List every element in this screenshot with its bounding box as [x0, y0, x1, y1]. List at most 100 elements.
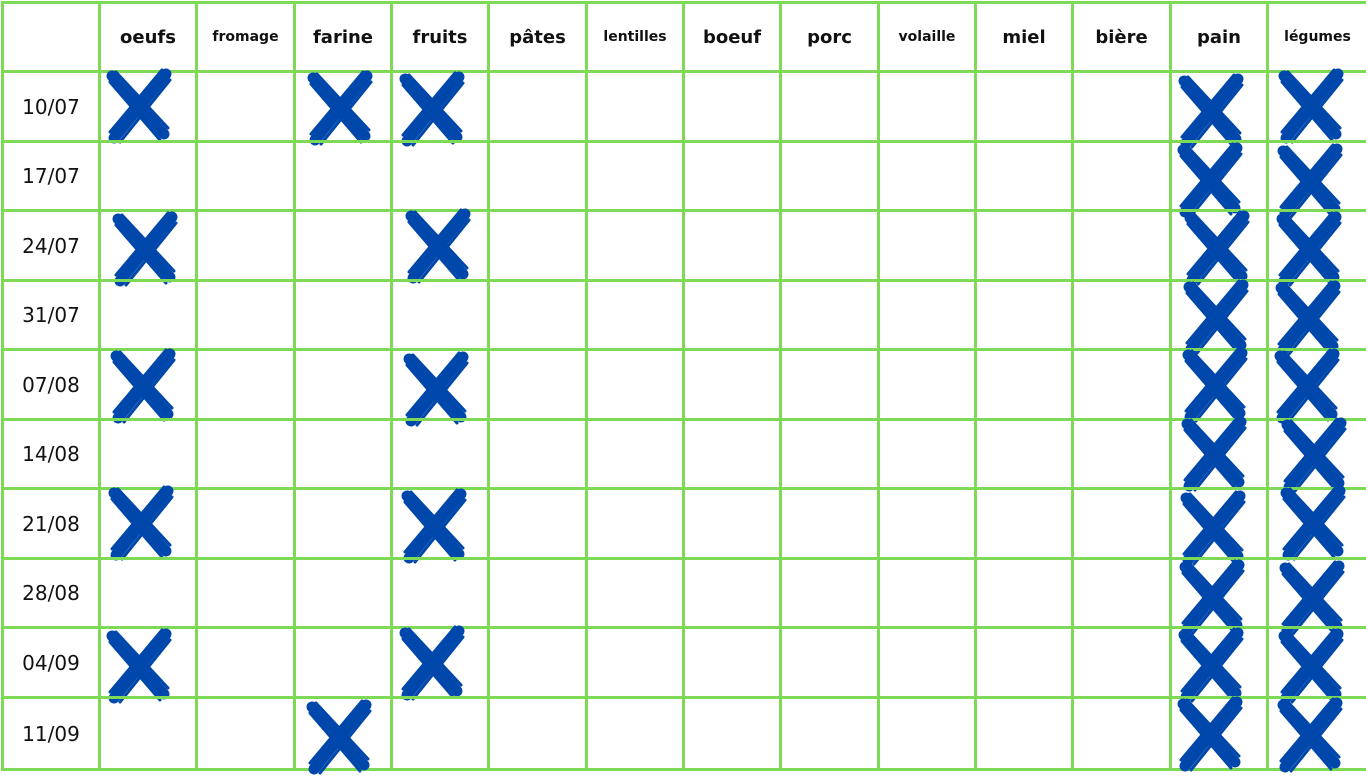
table-cell[interactable] — [974, 209, 1074, 282]
table-cell[interactable] — [974, 70, 1074, 143]
table-cell[interactable] — [877, 418, 977, 490]
table-cell[interactable] — [877, 696, 977, 771]
table-cell[interactable] — [487, 696, 588, 771]
table-cell[interactable] — [877, 70, 977, 143]
table-cell[interactable] — [1071, 279, 1172, 351]
table-cell[interactable] — [877, 279, 977, 351]
table-cell[interactable] — [877, 557, 977, 629]
table-cell[interactable] — [1071, 557, 1172, 629]
table-cell[interactable] — [974, 487, 1074, 560]
table-cell[interactable] — [877, 487, 977, 560]
table-cell[interactable] — [779, 140, 880, 212]
table-cell[interactable] — [585, 70, 685, 143]
table-cell[interactable] — [974, 348, 1074, 421]
table-cell[interactable] — [585, 626, 685, 699]
table-cell[interactable] — [487, 487, 588, 560]
table-cell[interactable] — [974, 279, 1074, 351]
table-cell[interactable] — [974, 418, 1074, 490]
table-cell[interactable] — [487, 418, 588, 490]
table-cell[interactable] — [779, 279, 880, 351]
table-cell[interactable] — [585, 487, 685, 560]
table-cell[interactable] — [877, 209, 977, 282]
table-cell[interactable] — [1071, 209, 1172, 282]
table-cell[interactable] — [293, 348, 393, 421]
table-cell[interactable] — [487, 279, 588, 351]
table-cell[interactable] — [195, 626, 296, 699]
table-cell[interactable] — [877, 140, 977, 212]
table-cell[interactable] — [1071, 70, 1172, 143]
table-cell[interactable] — [195, 487, 296, 560]
table-cell[interactable] — [195, 418, 296, 490]
table-cell[interactable] — [585, 418, 685, 490]
table-cell[interactable] — [293, 140, 393, 212]
table-cell[interactable] — [779, 209, 880, 282]
table-cell[interactable] — [293, 626, 393, 699]
table-cell[interactable] — [682, 70, 782, 143]
table-cell[interactable] — [293, 557, 393, 629]
table-cell[interactable] — [585, 696, 685, 771]
table-cell[interactable] — [682, 557, 782, 629]
table-cell[interactable] — [779, 626, 880, 699]
table-cell[interactable] — [682, 696, 782, 771]
table-cell[interactable] — [98, 140, 198, 212]
table-cell[interactable] — [779, 418, 880, 490]
table-cell[interactable] — [293, 418, 393, 490]
table-cell[interactable] — [390, 140, 490, 212]
table-cell[interactable] — [1071, 696, 1172, 771]
table-cell[interactable] — [390, 418, 490, 490]
table-cell[interactable] — [195, 348, 296, 421]
table-cell[interactable] — [779, 348, 880, 421]
table-cell[interactable] — [195, 140, 296, 212]
table-cell[interactable] — [390, 696, 490, 771]
table-cell[interactable] — [585, 348, 685, 421]
table-cell[interactable] — [877, 348, 977, 421]
table-cell[interactable] — [195, 70, 296, 143]
table-cell[interactable] — [779, 557, 880, 629]
table-cell[interactable] — [487, 626, 588, 699]
table-cell[interactable] — [293, 279, 393, 351]
table-cell[interactable] — [195, 279, 296, 351]
table-cell[interactable] — [682, 209, 782, 282]
table-cell[interactable] — [682, 140, 782, 212]
table-cell[interactable] — [779, 487, 880, 560]
table-cell[interactable] — [877, 626, 977, 699]
table-cell[interactable] — [585, 209, 685, 282]
table-cell[interactable] — [195, 696, 296, 771]
table-cell[interactable] — [98, 279, 198, 351]
table-cell[interactable] — [585, 140, 685, 212]
table-cell[interactable] — [390, 279, 490, 351]
table-cell[interactable] — [779, 70, 880, 143]
table-cell[interactable] — [98, 557, 198, 629]
table-cell[interactable] — [974, 140, 1074, 212]
table-cell[interactable] — [1071, 418, 1172, 490]
table-cell[interactable] — [974, 696, 1074, 771]
table-cell[interactable] — [98, 696, 198, 771]
table-cell[interactable] — [293, 209, 393, 282]
table-cell[interactable] — [682, 348, 782, 421]
table-cell[interactable] — [682, 626, 782, 699]
table-cell[interactable] — [98, 418, 198, 490]
column-header-label: pâtes — [509, 26, 566, 48]
table-cell[interactable] — [293, 487, 393, 560]
table-cell[interactable] — [682, 279, 782, 351]
table-cell[interactable] — [487, 348, 588, 421]
column-header-label: fruits — [412, 26, 468, 48]
table-cell[interactable] — [487, 140, 588, 212]
table-cell[interactable] — [1071, 140, 1172, 212]
table-cell[interactable] — [487, 70, 588, 143]
table-cell[interactable] — [1071, 487, 1172, 560]
table-cell[interactable] — [585, 557, 685, 629]
table-cell[interactable] — [1071, 348, 1172, 421]
table-cell[interactable] — [390, 557, 490, 629]
table-cell[interactable] — [487, 209, 588, 282]
table-cell[interactable] — [487, 557, 588, 629]
table-cell[interactable] — [682, 418, 782, 490]
table-cell[interactable] — [195, 209, 296, 282]
table-cell[interactable] — [585, 279, 685, 351]
table-cell[interactable] — [682, 487, 782, 560]
table-cell[interactable] — [974, 557, 1074, 629]
table-cell[interactable] — [1071, 626, 1172, 699]
table-cell[interactable] — [779, 696, 880, 771]
table-cell[interactable] — [195, 557, 296, 629]
table-cell[interactable] — [974, 626, 1074, 699]
